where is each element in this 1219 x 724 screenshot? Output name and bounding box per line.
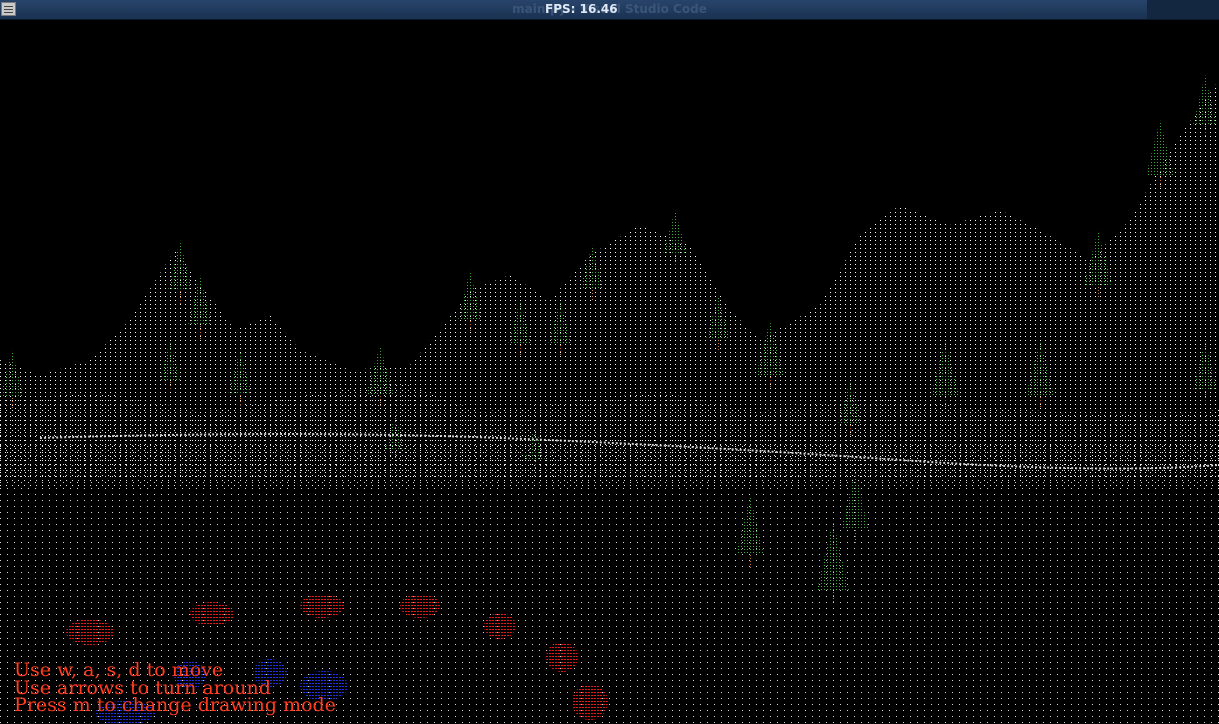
fps-counter: FPS: 16.46 bbox=[545, 2, 618, 16]
fps-value: 16.46 bbox=[579, 2, 618, 16]
hud-line-mode: Press m to change drawing mode bbox=[14, 694, 336, 716]
window-titlebar: main.py - Visual Studio Code FPS: 16.46 bbox=[0, 0, 1219, 20]
terrain-scene bbox=[0, 75, 1219, 724]
window-controls[interactable] bbox=[1147, 0, 1219, 19]
fps-label: FPS: bbox=[545, 2, 576, 16]
render-viewport[interactable]: Use w, a, s, d to move Use arrows to tur… bbox=[0, 20, 1219, 724]
controls-help-overlay: Use w, a, s, d to move Use arrows to tur… bbox=[14, 661, 336, 716]
